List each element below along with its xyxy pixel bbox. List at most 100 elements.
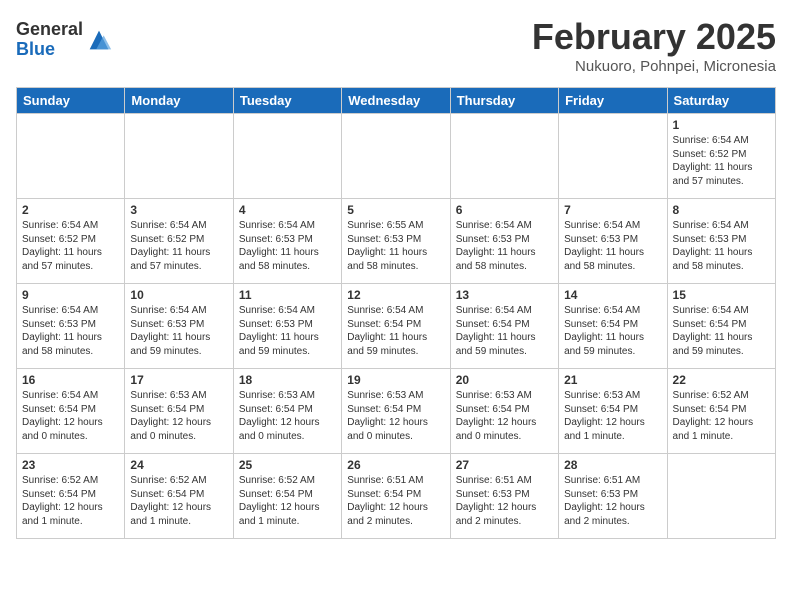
table-row: 25 Sunrise: 6:52 AM Sunset: 6:54 PM Dayli… xyxy=(233,454,341,539)
table-row: 28 Sunrise: 6:51 AM Sunset: 6:53 PM Dayli… xyxy=(559,454,667,539)
table-row: 5 Sunrise: 6:55 AM Sunset: 6:53 PM Daylig… xyxy=(342,199,450,284)
table-row: 20 Sunrise: 6:53 AM Sunset: 6:54 PM Dayli… xyxy=(450,369,558,454)
day-number: 6 xyxy=(456,203,553,217)
title-section: February 2025 Nukuoro, Pohnpei, Micrones… xyxy=(532,16,776,75)
day-info: Sunrise: 6:54 AM Sunset: 6:54 PM Dayligh… xyxy=(456,304,553,358)
table-row: 21Sunrise: 6:53 AM Sunset: 6:54 PM Dayli… xyxy=(559,369,667,454)
day-info: Sunrise: 6:53 AM Sunset: 6:54 PM Dayligh… xyxy=(564,389,661,443)
day-info: Sunrise: 6:54 AM Sunset: 6:53 PM Dayligh… xyxy=(564,219,661,273)
logo: General Blue xyxy=(16,20,113,60)
day-info: Sunrise: 6:54 AM Sunset: 6:52 PM Dayligh… xyxy=(22,219,119,273)
day-number: 12 xyxy=(347,288,444,302)
table-row xyxy=(450,114,558,199)
table-row: 4Sunrise: 6:54 AM Sunset: 6:53 PM Daylig… xyxy=(233,199,341,284)
day-info: Sunrise: 6:54 AM Sunset: 6:54 PM Dayligh… xyxy=(673,304,770,358)
day-number: 15 xyxy=(673,288,770,302)
day-info: Sunrise: 6:54 AM Sunset: 6:54 PM Dayligh… xyxy=(22,389,119,443)
day-number: 3 xyxy=(130,203,227,217)
table-row xyxy=(125,114,233,199)
logo-blue: Blue xyxy=(16,40,83,60)
day-number: 8 xyxy=(673,203,770,217)
calendar-week-4: 23 Sunrise: 6:52 AM Sunset: 6:54 PM Dayli… xyxy=(17,454,776,539)
table-row: 14 Sunrise: 6:54 AM Sunset: 6:54 PM Dayli… xyxy=(559,284,667,369)
header-sunday: Sunday xyxy=(17,88,125,114)
day-number: 28 xyxy=(564,458,661,472)
day-info: Sunrise: 6:54 AM Sunset: 6:53 PM Dayligh… xyxy=(239,304,336,358)
table-row: 3 Sunrise: 6:54 AM Sunset: 6:52 PM Daylig… xyxy=(125,199,233,284)
table-row: 24 Sunrise: 6:52 AM Sunset: 6:54 PM Dayli… xyxy=(125,454,233,539)
day-info: Sunrise: 6:54 AM Sunset: 6:53 PM Dayligh… xyxy=(456,219,553,273)
day-number: 22 xyxy=(673,373,770,387)
table-row xyxy=(233,114,341,199)
day-info: Sunrise: 6:53 AM Sunset: 6:54 PM Dayligh… xyxy=(130,389,227,443)
calendar-title: February 2025 xyxy=(532,16,776,58)
table-row: 7 Sunrise: 6:54 AM Sunset: 6:53 PM Daylig… xyxy=(559,199,667,284)
table-row xyxy=(342,114,450,199)
table-row: 26 Sunrise: 6:51 AM Sunset: 6:54 PM Dayli… xyxy=(342,454,450,539)
table-row: 10 Sunrise: 6:54 AM Sunset: 6:53 PM Dayli… xyxy=(125,284,233,369)
day-number: 23 xyxy=(22,458,119,472)
day-number: 20 xyxy=(456,373,553,387)
header-friday: Friday xyxy=(559,88,667,114)
calendar-week-3: 16 Sunrise: 6:54 AM Sunset: 6:54 PM Dayli… xyxy=(17,369,776,454)
table-row: 11Sunrise: 6:54 AM Sunset: 6:53 PM Dayli… xyxy=(233,284,341,369)
table-row xyxy=(667,454,775,539)
header-wednesday: Wednesday xyxy=(342,88,450,114)
day-number: 18 xyxy=(239,373,336,387)
logo-icon xyxy=(85,26,113,54)
table-row: 19 Sunrise: 6:53 AM Sunset: 6:54 PM Dayli… xyxy=(342,369,450,454)
header: General Blue February 2025 Nukuoro, Pohn… xyxy=(16,16,776,75)
table-row xyxy=(559,114,667,199)
calendar-week-1: 2 Sunrise: 6:54 AM Sunset: 6:52 PM Daylig… xyxy=(17,199,776,284)
day-number: 5 xyxy=(347,203,444,217)
day-number: 9 xyxy=(22,288,119,302)
table-row: 16 Sunrise: 6:54 AM Sunset: 6:54 PM Dayli… xyxy=(17,369,125,454)
day-number: 27 xyxy=(456,458,553,472)
day-info: Sunrise: 6:52 AM Sunset: 6:54 PM Dayligh… xyxy=(130,474,227,528)
table-row: 8 Sunrise: 6:54 AM Sunset: 6:53 PM Daylig… xyxy=(667,199,775,284)
day-info: Sunrise: 6:54 AM Sunset: 6:54 PM Dayligh… xyxy=(347,304,444,358)
header-saturday: Saturday xyxy=(667,88,775,114)
day-number: 1 xyxy=(673,118,770,132)
day-info: Sunrise: 6:54 AM Sunset: 6:54 PM Dayligh… xyxy=(564,304,661,358)
day-number: 10 xyxy=(130,288,227,302)
day-info: Sunrise: 6:54 AM Sunset: 6:53 PM Dayligh… xyxy=(673,219,770,273)
header-thursday: Thursday xyxy=(450,88,558,114)
table-row: 17 Sunrise: 6:53 AM Sunset: 6:54 PM Dayli… xyxy=(125,369,233,454)
header-tuesday: Tuesday xyxy=(233,88,341,114)
day-info: Sunrise: 6:52 AM Sunset: 6:54 PM Dayligh… xyxy=(673,389,770,443)
day-info: Sunrise: 6:53 AM Sunset: 6:54 PM Dayligh… xyxy=(456,389,553,443)
day-info: Sunrise: 6:51 AM Sunset: 6:54 PM Dayligh… xyxy=(347,474,444,528)
calendar-week-0: 1Sunrise: 6:54 AM Sunset: 6:52 PM Daylig… xyxy=(17,114,776,199)
table-row: 6 Sunrise: 6:54 AM Sunset: 6:53 PM Daylig… xyxy=(450,199,558,284)
day-number: 24 xyxy=(130,458,227,472)
day-info: Sunrise: 6:52 AM Sunset: 6:54 PM Dayligh… xyxy=(239,474,336,528)
day-number: 14 xyxy=(564,288,661,302)
calendar-table: Sunday Monday Tuesday Wednesday Thursday… xyxy=(16,87,776,539)
table-row: 18 Sunrise: 6:53 AM Sunset: 6:54 PM Dayli… xyxy=(233,369,341,454)
table-row: 15 Sunrise: 6:54 AM Sunset: 6:54 PM Dayli… xyxy=(667,284,775,369)
table-row: 27 Sunrise: 6:51 AM Sunset: 6:53 PM Dayli… xyxy=(450,454,558,539)
day-info: Sunrise: 6:51 AM Sunset: 6:53 PM Dayligh… xyxy=(564,474,661,528)
table-row: 13Sunrise: 6:54 AM Sunset: 6:54 PM Dayli… xyxy=(450,284,558,369)
day-info: Sunrise: 6:51 AM Sunset: 6:53 PM Dayligh… xyxy=(456,474,553,528)
day-number: 19 xyxy=(347,373,444,387)
day-info: Sunrise: 6:53 AM Sunset: 6:54 PM Dayligh… xyxy=(347,389,444,443)
table-row: 2 Sunrise: 6:54 AM Sunset: 6:52 PM Daylig… xyxy=(17,199,125,284)
day-info: Sunrise: 6:54 AM Sunset: 6:52 PM Dayligh… xyxy=(130,219,227,273)
day-number: 16 xyxy=(22,373,119,387)
day-info: Sunrise: 6:55 AM Sunset: 6:53 PM Dayligh… xyxy=(347,219,444,273)
day-number: 2 xyxy=(22,203,119,217)
table-row: 9 Sunrise: 6:54 AM Sunset: 6:53 PM Daylig… xyxy=(17,284,125,369)
table-row: 23Sunrise: 6:52 AM Sunset: 6:54 PM Dayli… xyxy=(17,454,125,539)
day-number: 26 xyxy=(347,458,444,472)
table-row: 1Sunrise: 6:54 AM Sunset: 6:52 PM Daylig… xyxy=(667,114,775,199)
day-info: Sunrise: 6:54 AM Sunset: 6:53 PM Dayligh… xyxy=(130,304,227,358)
day-info: Sunrise: 6:53 AM Sunset: 6:54 PM Dayligh… xyxy=(239,389,336,443)
calendar-week-2: 9 Sunrise: 6:54 AM Sunset: 6:53 PM Daylig… xyxy=(17,284,776,369)
day-info: Sunrise: 6:54 AM Sunset: 6:53 PM Dayligh… xyxy=(22,304,119,358)
day-number: 25 xyxy=(239,458,336,472)
logo-general: General xyxy=(16,20,83,40)
day-number: 7 xyxy=(564,203,661,217)
day-number: 17 xyxy=(130,373,227,387)
